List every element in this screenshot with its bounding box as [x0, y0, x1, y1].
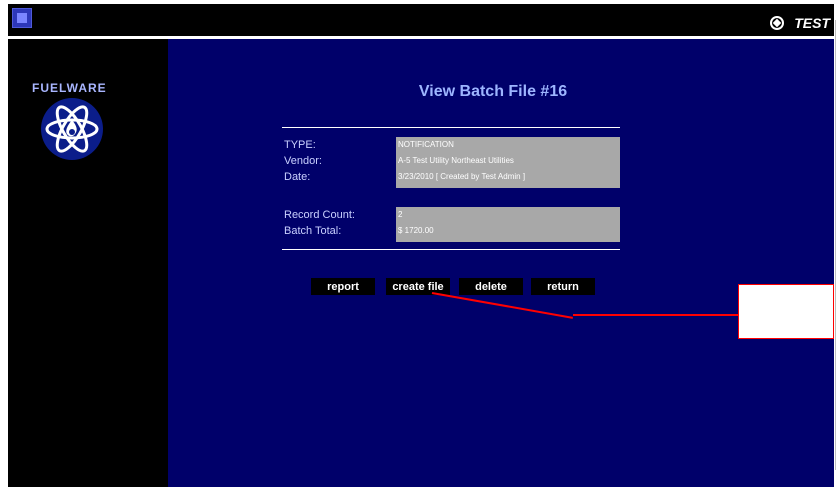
report-button[interactable]: report [311, 278, 375, 295]
record-count-value: 2 [398, 210, 403, 219]
return-button[interactable]: return [531, 278, 595, 295]
date-label: Date: [284, 171, 311, 183]
callout-connector-line [573, 314, 738, 316]
batch-info-values: NOTIFICATION A-5 Test Utility Northeast … [396, 137, 620, 188]
brand: TEST [768, 14, 830, 32]
page-title: View Batch File #16 [418, 83, 568, 100]
right-page-edge [834, 0, 840, 491]
date-value: 3/23/2010 [ Created by Test Admin ] [398, 172, 526, 181]
main-panel: View Batch File #16 TYPE: Vendor: Date: … [168, 39, 834, 487]
fuelware-atom-icon [41, 98, 103, 160]
batch-total-value: $ 1720.00 [398, 226, 434, 235]
vendor-value: A-5 Test Utility Northeast Utilities [398, 156, 514, 165]
vendor-label: Vendor: [284, 155, 322, 167]
delete-button[interactable]: delete [459, 278, 523, 295]
top-bar: TEST [8, 4, 834, 36]
batch-total-label: Batch Total: [284, 225, 342, 237]
brand-label: TEST [794, 15, 830, 31]
batch-info-labels: TYPE: Vendor: Date: [284, 137, 322, 185]
top-section-divider [282, 127, 620, 128]
bottom-section-divider [282, 249, 620, 250]
brand-logo-icon [768, 14, 786, 32]
application-window: TEST FUELWARE View Batch File #16 TYPE: … [8, 4, 834, 487]
sidebar: FUELWARE [8, 39, 168, 487]
type-label: TYPE: [284, 139, 316, 151]
callout-box [738, 284, 834, 339]
type-value: NOTIFICATION [398, 140, 454, 149]
record-count-label: Record Count: [284, 209, 355, 221]
application-icon[interactable] [12, 8, 32, 28]
totals-labels: Record Count: Batch Total: [284, 207, 355, 239]
totals-values: 2 $ 1720.00 [396, 207, 620, 242]
fuelware-logo-text: FUELWARE [32, 81, 107, 95]
create-file-button[interactable]: create file [386, 278, 450, 295]
